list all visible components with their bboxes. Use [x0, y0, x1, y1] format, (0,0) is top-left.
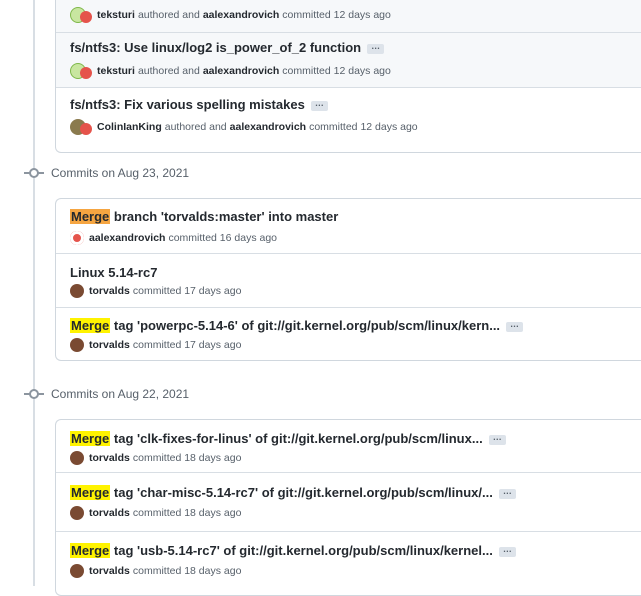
authored-text: authored and — [164, 121, 227, 133]
avatar-torvalds[interactable] — [70, 284, 84, 298]
avatar-torvalds[interactable] — [70, 338, 84, 352]
committer-link[interactable]: torvalds — [89, 565, 130, 577]
avatar-pair[interactable] — [70, 119, 92, 135]
merge-highlight: Merge — [70, 485, 111, 500]
commit-title-link[interactable]: branch 'torvalds:master' into master — [110, 209, 338, 224]
commit-row: Merge tag 'powerpc-5.14-6' of git://git.… — [56, 307, 641, 361]
commit-row: fs/ntfs3: Use linux/log2 is_power_of_2 f… — [56, 32, 641, 87]
commit-row: Merge tag 'char-misc-5.14-rc7' of git://… — [56, 472, 641, 531]
merge-highlight: Merge — [70, 318, 111, 333]
commit-list: Merge tag 'clk-fixes-for-linus' of git:/… — [55, 419, 641, 596]
commit-time: committed 16 days ago — [168, 232, 278, 244]
merge-highlight: Merge — [70, 209, 111, 224]
committer-link[interactable]: torvalds — [89, 507, 130, 519]
avatar-aalexandrovich — [80, 11, 92, 23]
committer-link[interactable]: torvalds — [89, 285, 130, 297]
commit-time: committed 18 days ago — [132, 565, 242, 577]
commit-row: teksturi authored and aalexandrovich com… — [56, 0, 641, 32]
avatar-torvalds[interactable] — [70, 451, 84, 465]
commit-list-top: teksturi authored and aalexandrovich com… — [55, 0, 641, 153]
expand-message-button[interactable]: … — [506, 319, 524, 332]
commit-time: committed 17 days ago — [132, 339, 242, 351]
committer-link[interactable]: torvalds — [89, 339, 130, 351]
avatar-aalexandrovich — [80, 123, 92, 135]
commit-time: committed 17 days ago — [132, 285, 242, 297]
committer-link[interactable]: aalexandrovich — [203, 65, 279, 77]
commit-group-heading: Commits on Aug 22, 2021 — [24, 387, 189, 401]
committer-link[interactable]: aalexandrovich — [230, 121, 306, 133]
author-link[interactable]: teksturi — [97, 9, 135, 21]
expand-message-button[interactable]: … — [367, 41, 385, 54]
avatar-aalexandrovich[interactable] — [70, 231, 84, 245]
author-link[interactable]: teksturi — [97, 65, 135, 77]
committer-link[interactable]: aalexandrovich — [89, 232, 165, 244]
commit-time: committed 18 days ago — [132, 452, 242, 464]
merge-highlight: Merge — [70, 543, 111, 558]
authored-text: authored and — [137, 65, 200, 77]
expand-message-button[interactable]: … — [310, 98, 328, 111]
avatar-pair[interactable] — [70, 63, 92, 79]
commit-time: committed 12 days ago — [282, 65, 391, 77]
commit-title-link[interactable]: tag 'usb-5.14-rc7' of git://git.kernel.o… — [110, 543, 493, 558]
authored-text: authored and — [137, 9, 200, 21]
avatar-torvalds[interactable] — [70, 564, 84, 578]
group-date: Commits on Aug 23, 2021 — [51, 166, 190, 180]
committer-link[interactable]: torvalds — [89, 452, 130, 464]
commit-title-link[interactable]: tag 'char-misc-5.14-rc7' of git://git.ke… — [110, 485, 493, 500]
commit-icon — [24, 388, 44, 400]
commit-icon — [24, 167, 44, 179]
commit-time: committed 18 days ago — [132, 507, 242, 519]
commit-title-link[interactable]: tag 'powerpc-5.14-6' of git://git.kernel… — [110, 318, 500, 333]
expand-message-button[interactable]: … — [488, 432, 506, 445]
commit-time: committed 12 days ago — [309, 121, 418, 133]
expand-message-button[interactable]: … — [498, 544, 516, 557]
author-link[interactable]: ColinIanKing — [97, 121, 162, 133]
commit-title-link[interactable]: Linux 5.14-rc7 — [70, 265, 157, 280]
commit-row: fs/ntfs3: Fix various spelling mistakes …… — [56, 87, 641, 142]
expand-message-button[interactable]: … — [498, 486, 516, 499]
commit-row: Merge tag 'usb-5.14-rc7' of git://git.ke… — [56, 531, 641, 592]
commit-title-link[interactable]: fs/ntfs3: Fix various spelling mistakes — [70, 97, 305, 112]
merge-highlight: Merge — [70, 431, 111, 446]
committer-link[interactable]: aalexandrovich — [203, 9, 279, 21]
commit-row: Linux 5.14-rc7 torvalds committed 17 day… — [56, 253, 641, 307]
commit-title-link[interactable]: fs/ntfs3: Use linux/log2 is_power_of_2 f… — [70, 40, 361, 55]
avatar-torvalds[interactable] — [70, 506, 84, 520]
commit-row: Merge tag 'clk-fixes-for-linus' of git:/… — [56, 420, 641, 472]
commit-title-link[interactable]: tag 'clk-fixes-for-linus' of git://git.k… — [110, 431, 483, 446]
avatar-pair[interactable] — [70, 7, 92, 23]
commit-group-heading: Commits on Aug 23, 2021 — [24, 166, 189, 180]
commit-row: Merge branch 'torvalds:master' into mast… — [56, 199, 641, 253]
commit-time: committed 12 days ago — [282, 9, 391, 21]
timeline-line — [33, 0, 35, 586]
group-date: Commits on Aug 22, 2021 — [51, 387, 190, 401]
avatar-aalexandrovich — [80, 67, 92, 79]
commit-list: Merge branch 'torvalds:master' into mast… — [55, 198, 641, 361]
